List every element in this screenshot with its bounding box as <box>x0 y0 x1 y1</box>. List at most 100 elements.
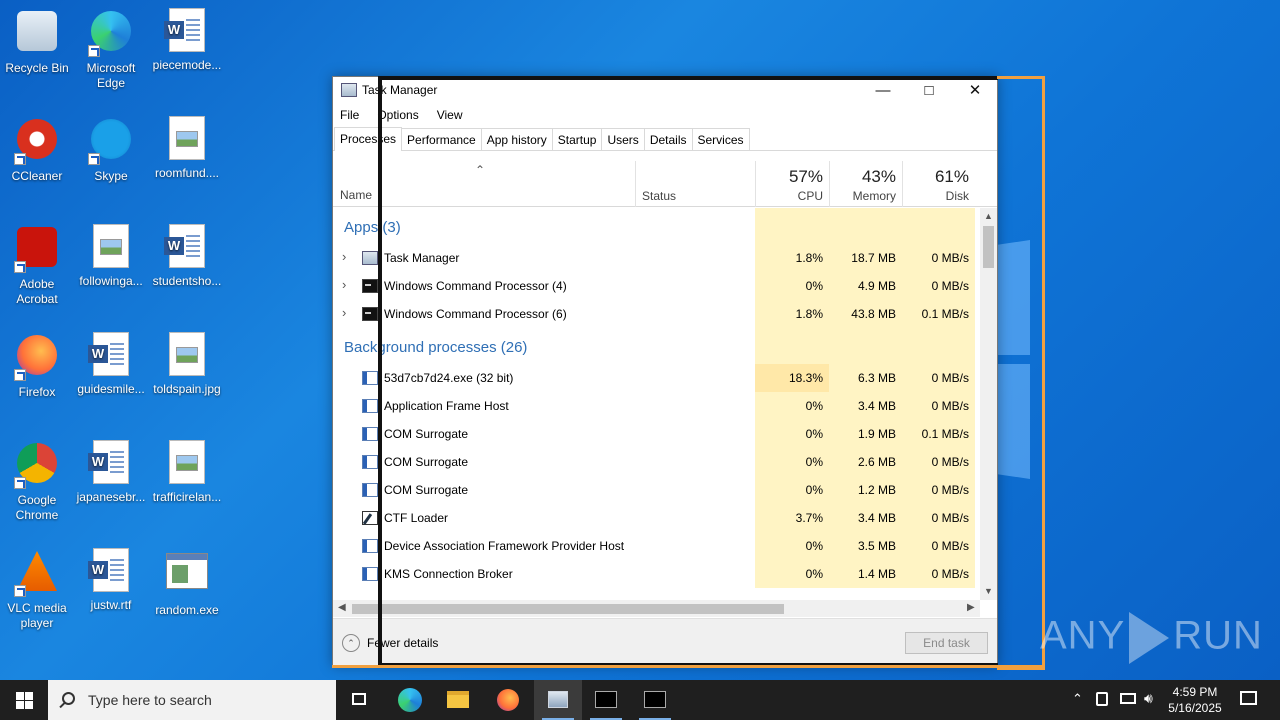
start-button[interactable] <box>0 680 48 720</box>
clock[interactable]: 4:59 PM 5/16/2025 <box>1160 684 1230 716</box>
desktop-icon[interactable]: roomfund.... <box>150 116 224 181</box>
process-row[interactable]: 1.8% 43.8 MB 0.1 MB/s › Windows Command Proc… <box>333 300 975 328</box>
desktop-icon[interactable]: followinga... <box>74 224 148 289</box>
column-disk[interactable]: 61% Disk <box>902 161 975 207</box>
tab-services[interactable]: Services <box>691 128 750 150</box>
chrome-icon <box>14 443 60 489</box>
desktop-icon[interactable]: random.exe <box>150 548 224 618</box>
maximize-button[interactable]: □ <box>906 77 952 103</box>
close-button[interactable]: ✕ <box>952 77 998 103</box>
desktop-icon[interactable]: CCleaner <box>0 116 74 184</box>
task-manager-icon <box>548 691 568 708</box>
column-status-cell[interactable]: Status <box>635 161 755 207</box>
process-row[interactable]: 0% 4.9 MB 0 MB/s › Windows Command Processor… <box>333 272 975 300</box>
desktop-icon[interactable]: Wjapanesebr... <box>74 440 148 505</box>
scroll-left-icon[interactable]: ◀ <box>338 602 346 613</box>
service-icon <box>362 399 378 413</box>
expand-chevron-icon[interactable]: › <box>342 249 346 264</box>
process-row[interactable]: 0% 3.5 MB 0 MB/s Device Association Framewo… <box>333 532 975 560</box>
tab-details[interactable]: Details <box>643 128 693 150</box>
group-header-apps[interactable]: Apps (3) <box>344 219 401 236</box>
process-row[interactable]: 0% 1.4 MB 0 MB/s KMS Connection Broker <box>333 560 975 588</box>
vertical-scroll-thumb[interactable] <box>983 226 994 268</box>
desktop-icon[interactable]: Microsoft Edge <box>74 8 148 91</box>
process-row[interactable]: 1.8% 18.7 MB 0 MB/s › Task Manager <box>333 244 975 272</box>
desktop-icon[interactable]: Wguidesmile... <box>74 332 148 397</box>
horizontal-scroll-thumb[interactable] <box>352 604 784 614</box>
process-row[interactable]: 3.7% 3.4 MB 0 MB/s CTF Loader <box>333 504 975 532</box>
process-row[interactable]: 0% 1.9 MB 0.1 MB/s COM Surrogate <box>333 420 975 448</box>
process-name: Windows Command Processor (6) <box>384 307 567 321</box>
column-memory[interactable]: 43% Memory <box>829 161 902 207</box>
tab-startup[interactable]: Startup <box>551 128 603 150</box>
desktop-icon[interactable]: toldspain.jpg <box>150 332 224 397</box>
menu-options[interactable]: Options <box>377 108 418 122</box>
tab-processes[interactable]: Processes <box>334 127 403 151</box>
desktop-icon[interactable]: Firefox <box>0 332 74 400</box>
taskbar-cmd-2[interactable] <box>631 680 679 720</box>
heat-cell-blank <box>829 328 902 364</box>
column-cpu[interactable]: 57% CPU <box>755 161 829 207</box>
expand-chevron-icon[interactable]: › <box>342 305 346 320</box>
desktop-icon-label: Recycle Bin <box>5 61 69 75</box>
expand-chevron-icon[interactable]: › <box>342 277 346 292</box>
disk-value: 0 MB/s <box>902 244 975 272</box>
scroll-down-icon[interactable]: ▼ <box>984 586 993 596</box>
taskbar-edge[interactable] <box>386 680 434 720</box>
memory-value: 1.2 MB <box>829 476 902 504</box>
clock-date: 5/16/2025 <box>1168 701 1222 715</box>
heat-cell-blank <box>755 328 829 364</box>
taskbar-cmd-1[interactable] <box>582 680 630 720</box>
taskbar-firefox[interactable] <box>484 680 532 720</box>
process-row[interactable]: 18.3% 6.3 MB 0 MB/s 53d7cb7d24.exe (32 bit) <box>333 364 975 392</box>
memory-label: Memory <box>852 189 896 203</box>
play-icon <box>1129 612 1170 664</box>
cmd-icon <box>595 691 617 708</box>
task-manager-window[interactable]: Task Manager ― □ ✕ File Options View Pro… <box>332 76 998 666</box>
service-icon <box>362 455 378 469</box>
memory-value: 3.4 MB <box>829 392 902 420</box>
process-row[interactable]: 0% 3.4 MB 0 MB/s Application Frame Host <box>333 392 975 420</box>
cpu-value: 0% <box>755 420 829 448</box>
memory-value: 1.4 MB <box>829 560 902 588</box>
process-name: COM Surrogate <box>384 483 469 497</box>
process-list[interactable]: Apps (3) 1.8% 18.7 MB 0 MB/s › Task Manager 0%… <box>333 208 975 600</box>
process-row[interactable]: 0% 2.6 MB 0 MB/s COM Surrogate <box>333 448 975 476</box>
process-row[interactable]: 0% 1.2 MB 0 MB/s COM Surrogate <box>333 476 975 504</box>
desktop-icon[interactable]: Wjustw.rtf <box>74 548 148 613</box>
taskbar-search-box[interactable]: Type here to search <box>48 680 336 720</box>
minimize-button[interactable]: ― <box>860 77 906 103</box>
process-name: Device Association Framework Provider Ho… <box>384 539 625 553</box>
scroll-up-icon[interactable]: ▲ <box>984 211 993 221</box>
desktop-icon[interactable]: Google Chrome <box>0 440 74 523</box>
column-name[interactable]: Name <box>340 188 372 202</box>
desktop-icon[interactable]: VLC media player <box>0 548 74 631</box>
taskbar-task-manager[interactable] <box>534 680 582 720</box>
end-task-button[interactable]: End task <box>905 632 988 654</box>
shortcut-arrow-icon <box>14 261 26 273</box>
desktop-icon[interactable]: Wstudentsho... <box>150 224 224 289</box>
desktop-icon[interactable]: Adobe Acrobat <box>0 224 74 307</box>
task-view-icon <box>352 693 366 705</box>
cpu-value: 0% <box>755 272 829 300</box>
cpu-value: 0% <box>755 476 829 504</box>
menu-view[interactable]: View <box>437 108 463 122</box>
title-bar[interactable]: Task Manager ― □ ✕ <box>333 77 997 103</box>
scroll-right-icon[interactable]: ▶ <box>967 602 975 613</box>
desktop-icon[interactable]: Recycle Bin <box>0 8 74 76</box>
tab-users[interactable]: Users <box>601 128 645 150</box>
fewer-details-link[interactable]: Fewer details <box>367 636 438 650</box>
task-view-button[interactable] <box>336 680 384 720</box>
desktop-icon[interactable]: trafficirelan... <box>150 440 224 505</box>
group-header-background[interactable]: Background processes (26) <box>344 339 527 356</box>
tab-app-history[interactable]: App history <box>480 128 553 150</box>
desktop-icon[interactable]: Skype <box>74 116 148 184</box>
menu-file[interactable]: File <box>340 108 359 122</box>
tab-performance[interactable]: Performance <box>401 128 482 150</box>
desktop-icon-label: Google Chrome <box>15 493 59 522</box>
horizontal-scrollbar[interactable]: ◀ ▶ <box>333 600 980 617</box>
vertical-scrollbar[interactable]: ▲ ▼ <box>980 208 997 600</box>
desktop-icon[interactable]: Wpiecemode... <box>150 8 224 73</box>
chevron-up-icon[interactable]: ⌃ <box>342 634 360 652</box>
taskbar-file-explorer[interactable] <box>434 680 482 720</box>
